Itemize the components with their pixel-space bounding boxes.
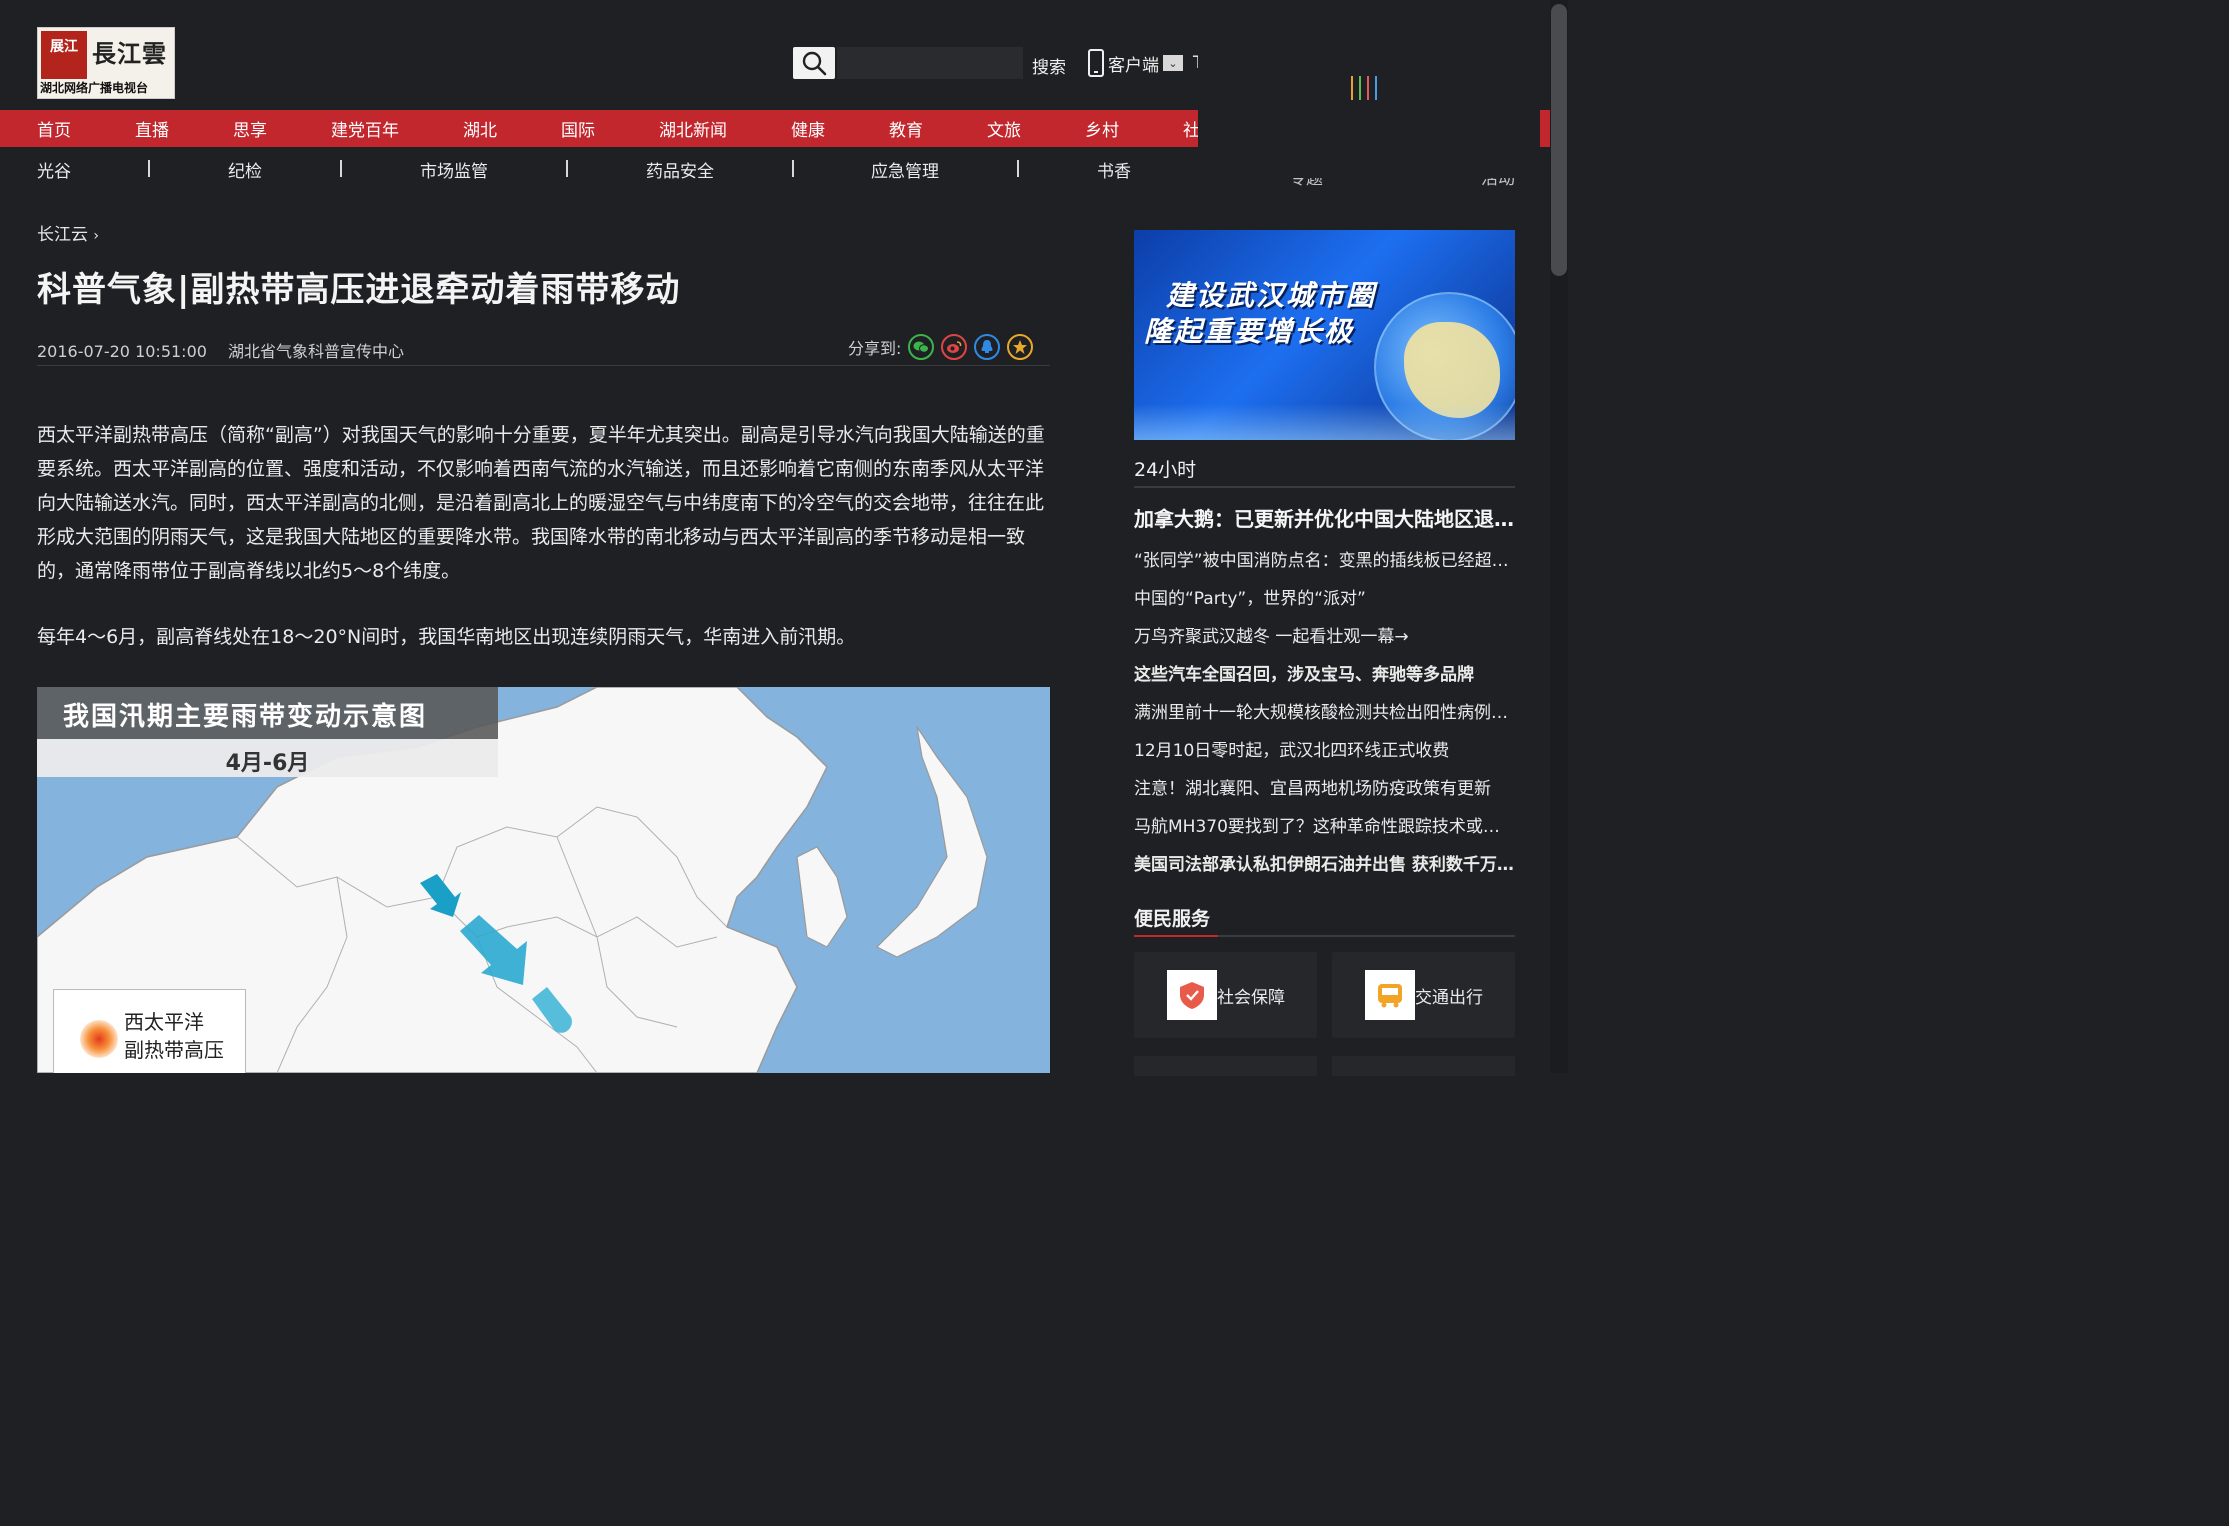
- loading-indicator: [1351, 76, 1377, 100]
- subnav-item-reading[interactable]: 书香: [1097, 157, 1131, 182]
- section-accent-bar: [1134, 935, 1218, 937]
- news-item[interactable]: 马航MH370要找到了？这种革命性跟踪技术或立功: [1134, 812, 1515, 837]
- search-icon: [802, 51, 827, 76]
- logo-brand-text: 長江雲: [92, 39, 167, 68]
- client-download-link[interactable]: 客户端 ⌄: [1088, 48, 1183, 78]
- section-24h-heading: 24小时: [1134, 459, 1197, 481]
- news-item[interactable]: 这些汽车全国召回，涉及宝马、奔驰等多品牌: [1134, 660, 1515, 685]
- breadcrumb-chevron-icon: ›: [93, 228, 100, 244]
- qzone-share-icon[interactable]: [1007, 334, 1034, 360]
- news-item[interactable]: 注意！湖北襄阳、宜昌两地机场防疫政策有更新: [1134, 774, 1515, 799]
- article-date: 2016-07-20 10:51:00: [37, 342, 207, 361]
- breadcrumb-home[interactable]: 长江云: [37, 225, 88, 245]
- nav-item-thought[interactable]: 思享: [233, 116, 267, 141]
- news-item[interactable]: 美国司法部承认私扣伊朗石油并出售 获利数千万美元: [1134, 850, 1515, 875]
- section-24h-divider: [1134, 486, 1515, 488]
- nav-item-international[interactable]: 国际: [561, 116, 595, 141]
- nav-item-rural[interactable]: 乡村: [1085, 116, 1119, 141]
- subnav-item-emergency[interactable]: 应急管理: [871, 157, 939, 182]
- article-source: 湖北省气象科普宣传中心: [228, 342, 405, 361]
- article-meta: 2016-07-20 10:51:00 湖北省气象科普宣传中心: [37, 338, 404, 362]
- service-card-partial[interactable]: [1332, 1056, 1515, 1076]
- share-bar: 分享到:: [848, 334, 1034, 360]
- shield-icon: [1167, 970, 1217, 1020]
- high-pressure-legend-icon: [80, 1020, 118, 1058]
- subnav-item-discipline[interactable]: 纪检: [228, 157, 262, 182]
- nav-item-health[interactable]: 健康: [791, 116, 825, 141]
- news-item[interactable]: “张同学”被中国消防点名：变黑的插线板已经超负荷了: [1134, 546, 1515, 571]
- nav-item-culture-tourism[interactable]: 文旅: [987, 116, 1021, 141]
- nav-item-hubei[interactable]: 湖北: [463, 116, 497, 141]
- site-logo[interactable]: 展江 長江雲 湖北网络广播电视台: [37, 27, 175, 99]
- article-paragraph-1: 西太平洋副热带高压（简称“副高”）对我国天气的影响十分重要，夏半年尤其突出。副高…: [37, 424, 1045, 582]
- subnav-item-market-supervision[interactable]: 市场监管: [420, 157, 488, 182]
- page-scrollbar[interactable]: [1550, 0, 1568, 1073]
- service-transport[interactable]: 交通出行: [1332, 952, 1515, 1038]
- service-card-partial[interactable]: [1134, 1056, 1317, 1076]
- wechat-share-icon[interactable]: [908, 334, 935, 360]
- wuhan-city-circle-banner[interactable]: 建设武汉城市圈 隆起重要增长极: [1134, 230, 1515, 440]
- news-item[interactable]: 中国的“Party”，世界的“派对”: [1134, 584, 1515, 609]
- search-input[interactable]: [837, 47, 1023, 79]
- map-subtitle: 4月-6月: [37, 739, 498, 777]
- banner-line-2: 隆起重要增长极: [1144, 315, 1355, 348]
- section-services-heading: 便民服务: [1134, 908, 1211, 930]
- nav-item-party-centenary[interactable]: 建党百年: [331, 116, 399, 141]
- logo-subtitle: 湖北网络广播电视台: [40, 81, 149, 95]
- article-paragraph-2: 每年4～6月，副高脊线处在18～20°N间时，我国华南地区出现连续阴雨天气，华南…: [37, 626, 856, 648]
- search-link[interactable]: 搜索: [1032, 53, 1066, 78]
- service-label: 交通出行: [1415, 987, 1483, 1008]
- nav-item-hubei-news[interactable]: 湖北新闻: [659, 116, 727, 141]
- logo-seal: 展江: [41, 31, 87, 79]
- subnav-divider: [340, 160, 342, 177]
- map-legend: 西太平洋 副热带高压: [53, 989, 246, 1073]
- banner-line-1: 建设武汉城市圈: [1166, 279, 1377, 312]
- share-label: 分享到:: [848, 339, 902, 358]
- scrollbar-thumb[interactable]: [1551, 4, 1567, 276]
- subnav-item-drug-safety[interactable]: 药品安全: [646, 157, 714, 182]
- legend-line-1: 西太平洋: [124, 1010, 204, 1034]
- subnav-divider: [566, 160, 568, 177]
- service-social-security[interactable]: 社会保障: [1134, 952, 1317, 1038]
- news-item[interactable]: 12月10日零时起，武汉北四环线正式收费: [1134, 736, 1515, 761]
- search-button[interactable]: [793, 47, 835, 79]
- subnav-divider: [792, 160, 794, 177]
- rain-belt-map-figure: 我国汛期主要雨带变动示意图 4月-6月 西太平洋 副热带高压: [37, 687, 1050, 1073]
- meta-divider: [37, 365, 1050, 366]
- mobile-phone-icon: [1088, 49, 1104, 77]
- subnav-item-optics-valley[interactable]: 光谷: [37, 157, 71, 182]
- article-title: 科普气象|副热带高压进退牵动着雨带移动: [37, 270, 681, 310]
- client-label: 客户端: [1108, 55, 1159, 76]
- nav-item-education[interactable]: 教育: [889, 116, 923, 141]
- subnav-divider: [148, 160, 150, 177]
- service-label: 社会保障: [1217, 987, 1285, 1008]
- weibo-share-icon[interactable]: [941, 334, 968, 360]
- qq-share-icon[interactable]: [974, 334, 1001, 360]
- news-item[interactable]: 万鸟齐聚武汉越冬 一起看壮观一幕→: [1134, 622, 1515, 647]
- breadcrumb[interactable]: 长江云 ›: [37, 220, 99, 245]
- nav-item-home[interactable]: 首页: [37, 116, 71, 141]
- chevron-down-icon: ⌄: [1163, 55, 1183, 71]
- news-item[interactable]: 满洲里前十一轮大规模核酸检测共检出阳性病例54例: [1134, 698, 1515, 723]
- legend-line-2: 副热带高压: [124, 1038, 224, 1062]
- section-services-divider: [1134, 935, 1515, 937]
- nav-item-live[interactable]: 直播: [135, 116, 169, 141]
- banner-wave: [1134, 404, 1515, 440]
- subnav-divider: [1017, 160, 1019, 177]
- primary-nav: 首页 直播 思享 建党百年 湖北 国际 湖北新闻 健康 教育 文旅 乡村 社: [0, 110, 1200, 147]
- bus-icon: [1365, 970, 1415, 1020]
- map-title: 我国汛期主要雨带变动示意图: [37, 687, 498, 739]
- news-item[interactable]: 加拿大鹅：已更新并优化中国大陆地区退换货政策: [1134, 503, 1515, 532]
